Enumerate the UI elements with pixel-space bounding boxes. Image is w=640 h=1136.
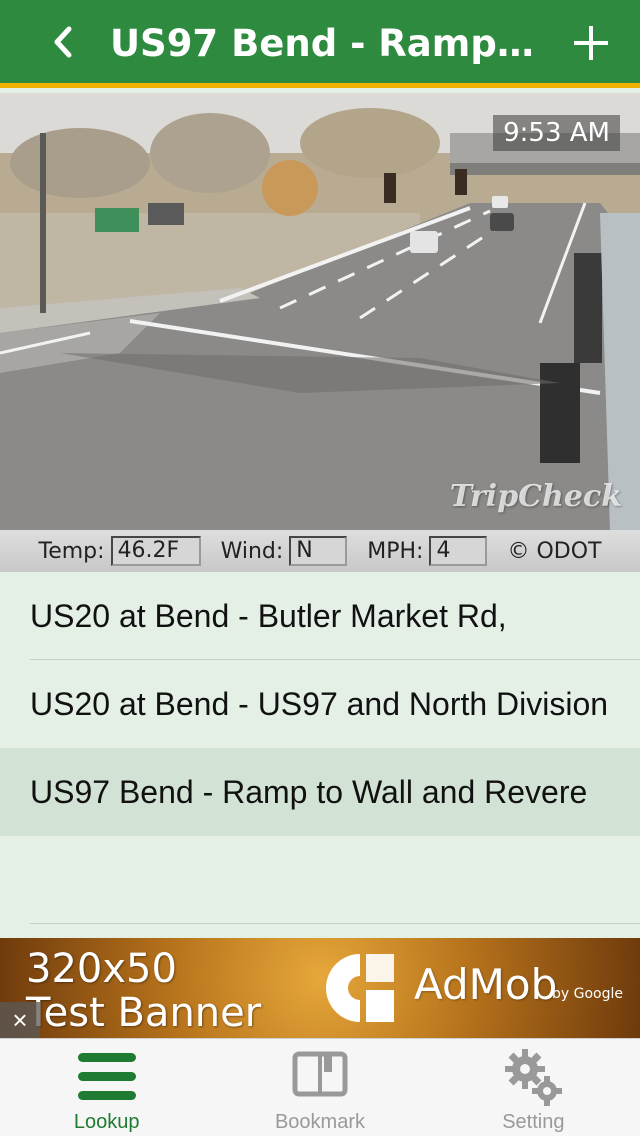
wind-label: Wind: xyxy=(220,538,284,564)
temp-value: 46.2F xyxy=(110,536,201,566)
list-icon xyxy=(77,1053,136,1100)
list-empty-row xyxy=(0,836,640,924)
traffic-camera-image[interactable]: 9:53 AM TripCheck xyxy=(0,93,640,530)
camera-list: US20 at Bend - Butler Market Rd, US20 at… xyxy=(0,572,640,938)
tab-bar: Lookup Bookmark Setting xyxy=(0,1038,640,1136)
ad-size-text: 320x50 xyxy=(26,946,177,992)
book-icon xyxy=(292,1051,348,1097)
back-button[interactable] xyxy=(40,18,84,66)
list-item[interactable]: US20 at Bend - Butler Market Rd, xyxy=(0,572,640,660)
tab-label: Lookup xyxy=(73,1111,140,1133)
mph-label: MPH: xyxy=(367,538,424,564)
list-item[interactable]: US20 at Bend - US97 and North Division xyxy=(0,660,640,748)
temp-label: Temp: xyxy=(38,538,105,564)
ad-test-text: Test Banner xyxy=(26,990,262,1036)
mph-value: 4 xyxy=(429,536,488,566)
ad-banner[interactable]: 320x50 Test Banner AdMob by Google × xyxy=(0,938,640,1038)
add-bookmark-button[interactable] xyxy=(566,18,616,68)
list-item-selected[interactable]: US97 Bend - Ramp to Wall and Revere xyxy=(0,748,640,836)
divider xyxy=(30,923,640,924)
tab-label: Bookmark xyxy=(274,1111,365,1133)
odot-credit: © ODOT xyxy=(507,538,602,564)
wind-value: N xyxy=(289,536,348,566)
tab-setting[interactable]: Setting xyxy=(427,1039,640,1136)
list-item-label: US20 at Bend - US97 and North Division xyxy=(30,686,609,722)
weather-strip: Temp: 46.2F Wind: N MPH: 4 © ODOT xyxy=(0,530,640,572)
tab-lookup[interactable]: Lookup xyxy=(0,1039,213,1136)
navigation-bar: US97 Bend - Ramp to Wall and Revere xyxy=(0,0,640,88)
tripcheck-watermark: TripCheck xyxy=(449,479,622,514)
camera-timestamp: 9:53 AM xyxy=(493,115,620,151)
ad-by-text: by Google xyxy=(552,986,623,1002)
ad-brand-text: AdMob xyxy=(414,960,558,1009)
list-item-label: US97 Bend - Ramp to Wall and Revere xyxy=(30,774,588,810)
gears-icon xyxy=(505,1049,563,1106)
plus-icon xyxy=(574,26,608,60)
tab-bookmark[interactable]: Bookmark xyxy=(213,1039,426,1136)
admob-logo-icon xyxy=(326,954,394,1022)
tab-label: Setting xyxy=(502,1111,565,1133)
page-title: US97 Bend - Ramp to Wall and Revere xyxy=(110,22,540,65)
camera-scene xyxy=(0,93,640,530)
ad-close-button[interactable]: × xyxy=(0,1002,40,1038)
chevron-left-icon xyxy=(54,26,72,58)
list-item-label: US20 at Bend - Butler Market Rd, xyxy=(30,598,507,634)
